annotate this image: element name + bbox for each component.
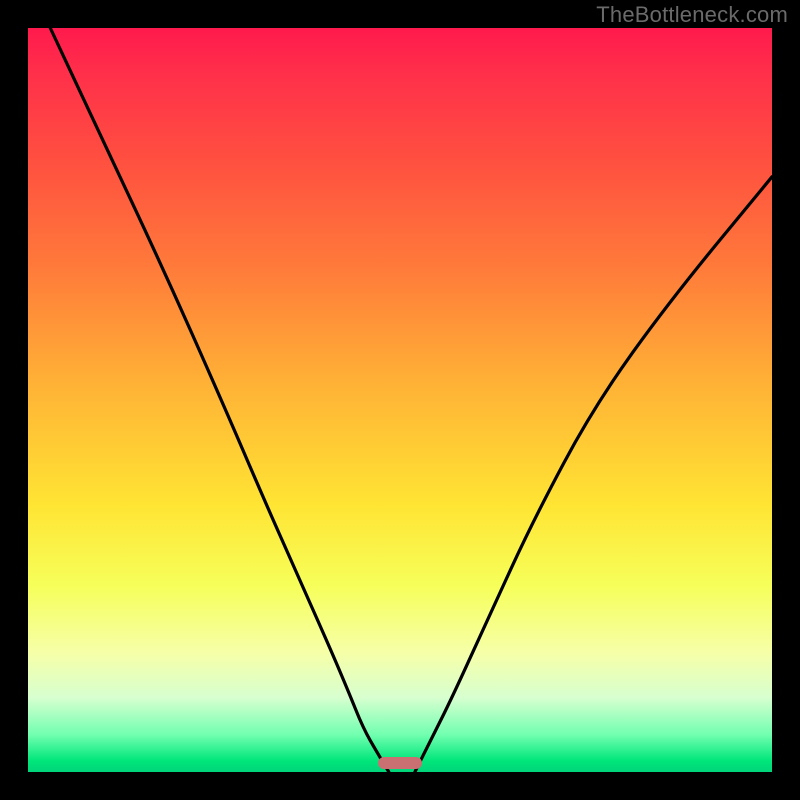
- watermark-label: TheBottleneck.com: [596, 2, 788, 28]
- chart-frame: [0, 0, 800, 800]
- chart-bottom-marker: [378, 757, 423, 769]
- chart-right-curve: [415, 177, 772, 772]
- chart-curves-svg: [28, 28, 772, 772]
- chart-plot-area: [28, 28, 772, 772]
- chart-left-curve: [50, 28, 389, 772]
